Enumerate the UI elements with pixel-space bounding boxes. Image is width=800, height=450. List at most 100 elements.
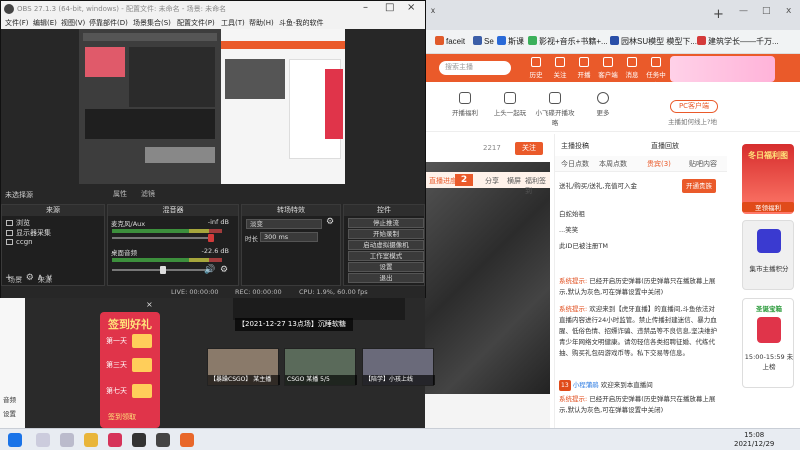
maximize-button[interactable]: □ bbox=[762, 6, 771, 16]
bookmark-faceit[interactable]: faceit bbox=[435, 36, 465, 46]
nav-broadcast[interactable]: 开播 bbox=[573, 57, 595, 79]
menu-docks[interactable]: 停靠部件(D) bbox=[89, 18, 128, 28]
obs-preview[interactable] bbox=[79, 29, 345, 184]
douyu-icon[interactable] bbox=[108, 433, 122, 447]
side-tabs: 今日点数 本周点数 贵宾(3) 贴吧内容 bbox=[555, 156, 727, 172]
task-view-icon[interactable] bbox=[60, 433, 74, 447]
close-button[interactable]: × bbox=[407, 2, 415, 13]
points-ad[interactable]: 集市主播积分 bbox=[742, 220, 794, 290]
pc-client-button[interactable]: PC客户端 bbox=[670, 100, 718, 113]
rank-line: ...笑笑 bbox=[559, 226, 579, 234]
app-icon[interactable] bbox=[180, 433, 194, 447]
start-recording-button[interactable]: 开始录制 bbox=[348, 229, 424, 239]
minimize-button[interactable]: – bbox=[363, 2, 368, 13]
recommend-thumb[interactable]: 【陪学】小孩上线 bbox=[362, 348, 435, 386]
open-noble-button[interactable]: 开通贵族 bbox=[682, 179, 716, 193]
obs-icon[interactable] bbox=[132, 433, 146, 447]
bookmark-se[interactable]: Se bbox=[473, 36, 494, 46]
se-icon bbox=[473, 36, 482, 45]
display-icon bbox=[6, 220, 13, 226]
checkin-button[interactable]: 福利签到 bbox=[525, 176, 550, 196]
studio-mode-button[interactable]: 工作室模式 bbox=[348, 251, 424, 261]
speaker-icon[interactable]: 🔊 bbox=[204, 265, 215, 275]
menu-profile[interactable]: 配置文件(P) bbox=[177, 18, 215, 28]
tab-vip[interactable]: 贵宾(3) bbox=[647, 159, 671, 169]
sources-dock: 来源 浏览 显示器采集 ccgn + − ⚙ ∧ ∨ 场景 来源 bbox=[1, 204, 105, 286]
duration-input[interactable]: 300 ms bbox=[260, 232, 318, 242]
file-explorer-icon[interactable] bbox=[84, 433, 98, 447]
source-item[interactable]: 浏览 bbox=[6, 218, 30, 228]
landscape-button[interactable]: 横屏 bbox=[507, 176, 521, 186]
settings-button[interactable]: 设置 bbox=[348, 262, 424, 272]
winter-welfare-ad[interactable]: 冬日福利图 至领福利 bbox=[742, 144, 794, 214]
nav-client[interactable]: 客户端 bbox=[597, 57, 619, 79]
gear-icon[interactable]: ⚙ bbox=[220, 265, 228, 275]
tab-scenes[interactable]: 场景 bbox=[8, 275, 22, 285]
tab-week-points[interactable]: 本周点数 bbox=[599, 159, 627, 169]
promo-banner[interactable] bbox=[670, 56, 775, 82]
start-icon[interactable] bbox=[8, 433, 22, 447]
menu-tools[interactable]: 工具(T) bbox=[221, 18, 245, 28]
stop-streaming-button[interactable]: 停止推流 bbox=[348, 218, 424, 228]
video-player[interactable]: 直播进度: 2 分享 横屏 福利签到 bbox=[425, 162, 550, 394]
gear-icon[interactable]: ⚙ bbox=[326, 217, 334, 227]
bookmark-course[interactable]: 斯课 bbox=[497, 36, 524, 47]
share-button[interactable]: 分享 bbox=[485, 176, 499, 186]
nav-messages[interactable]: 消息 bbox=[621, 57, 643, 79]
source-item[interactable]: 显示器采集 bbox=[6, 228, 51, 238]
audio-button[interactable]: 音频 bbox=[3, 394, 16, 404]
bookmark-media[interactable]: 影视+音乐+书籍+... bbox=[528, 36, 608, 47]
noble-row: 送礼/购买/送礼,充值可入金 开通贵族 bbox=[555, 174, 727, 204]
follow-button[interactable]: 关注 bbox=[515, 142, 543, 155]
nav-history[interactable]: 历史 bbox=[525, 57, 547, 79]
system-clock[interactable]: 15:08 2021/12/29 bbox=[734, 431, 774, 449]
sub-more[interactable]: 更多 bbox=[583, 92, 623, 117]
bookmark-su-model[interactable]: 园林SU模型 模型下... bbox=[610, 36, 697, 47]
slider-knob[interactable] bbox=[160, 266, 166, 274]
steam-icon[interactable] bbox=[156, 433, 170, 447]
nav-follow[interactable]: 关注 bbox=[549, 57, 571, 79]
checkin-gift-panel[interactable]: 签到好礼 第一天 第三天 第七天 签到领取 bbox=[100, 312, 160, 428]
preview-browser-capture bbox=[221, 29, 345, 184]
streamer-posts-link[interactable]: 主播投稿 bbox=[561, 141, 589, 151]
browser-tabbar: x + — □ x bbox=[425, 0, 800, 30]
sub-welfare[interactable]: 开播福利 bbox=[445, 92, 485, 117]
recommend-thumb[interactable]: 【暴躁CSGO】 某主播 bbox=[207, 348, 280, 386]
source-item[interactable]: ccgn bbox=[6, 238, 33, 246]
rank-line: 此ID已被注册TM bbox=[559, 242, 609, 250]
menu-edit[interactable]: 编辑(E) bbox=[33, 18, 57, 28]
replay-link[interactable]: 直播回放 bbox=[651, 141, 679, 151]
menu-douyu[interactable]: 斗鱼-我的软件 bbox=[279, 18, 324, 28]
tab-close-icon[interactable]: x bbox=[431, 6, 435, 15]
christmas-box-ad[interactable]: 圣诞宝箱 15:00-15:59 未上榜 bbox=[742, 298, 794, 388]
properties-button[interactable]: 属性 bbox=[113, 189, 127, 199]
tab-today-points[interactable]: 今日点数 bbox=[561, 159, 589, 169]
desktop-meter bbox=[112, 258, 222, 262]
filters-button[interactable]: 滤镜 bbox=[141, 189, 155, 199]
viewer-count: 2217 bbox=[483, 144, 501, 152]
mic-mute-icon[interactable] bbox=[208, 234, 214, 242]
maximize-button[interactable]: □ bbox=[385, 2, 394, 13]
checkin-claim-button[interactable]: 签到领取 bbox=[108, 412, 136, 422]
close-icon[interactable]: × bbox=[146, 300, 153, 309]
tab-sources[interactable]: 来源 bbox=[38, 275, 52, 285]
search-input[interactable]: 搜索主播 bbox=[439, 61, 511, 75]
menu-file[interactable]: 文件(F) bbox=[5, 18, 29, 28]
new-tab-button[interactable]: + bbox=[713, 7, 724, 22]
settings-button[interactable]: 设置 bbox=[3, 408, 16, 418]
close-button[interactable]: x bbox=[786, 6, 791, 16]
menu-view[interactable]: 视图(V) bbox=[61, 18, 85, 28]
virtual-camera-button[interactable]: 启动虚拟摄像机 bbox=[348, 240, 424, 250]
menu-help[interactable]: 帮助(H) bbox=[249, 18, 274, 28]
bookmark-architecture[interactable]: 建筑学长——千万... bbox=[697, 36, 779, 47]
minimize-button[interactable]: — bbox=[739, 6, 748, 16]
recommend-thumb[interactable]: CSGO 某播 5/5 bbox=[284, 348, 357, 386]
exit-button[interactable]: 退出 bbox=[348, 273, 424, 283]
sub-guide[interactable]: 小飞碟开播攻略 bbox=[535, 92, 575, 127]
search-icon[interactable] bbox=[36, 433, 50, 447]
transition-select[interactable]: 淡变 bbox=[246, 219, 322, 229]
mic-volume-slider[interactable] bbox=[112, 237, 212, 239]
tab-forum[interactable]: 贴吧内容 bbox=[689, 159, 717, 169]
sub-play-together[interactable]: 上头一起玩 bbox=[490, 92, 530, 117]
menu-scene-collection[interactable]: 场景集合(S) bbox=[133, 18, 171, 28]
